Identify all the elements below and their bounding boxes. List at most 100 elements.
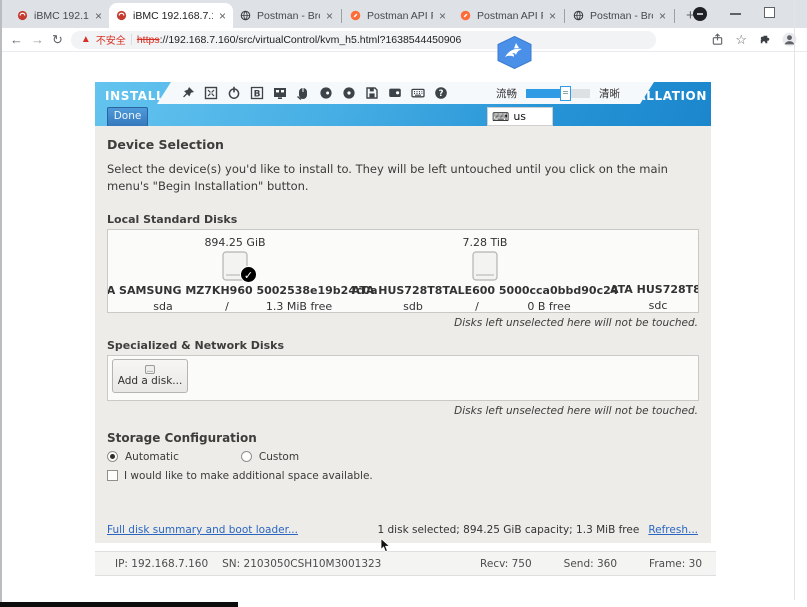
disk-device: sda	[121, 300, 205, 313]
done-button[interactable]: Done	[107, 107, 148, 127]
postman-favicon-icon	[460, 10, 471, 21]
status-frame: Frame: 30	[649, 558, 702, 570]
tab-title: Postman API Platfo	[477, 10, 543, 22]
window-maximize-button[interactable]	[764, 7, 775, 18]
disk-mount: /	[455, 300, 499, 313]
add-disk-button[interactable]: Add a disk...	[112, 359, 188, 393]
svg-text:?: ?	[439, 88, 444, 98]
disk-size: 894.25 GiB	[204, 236, 265, 249]
disk-sdc-clipped[interactable]: 7 ATA HUS728T8TAL sdc	[610, 236, 699, 312]
tab-ibmc-1[interactable]: iBMC 192.168.7.16 ×	[10, 3, 109, 28]
disk-sda[interactable]: 894.25 GiB ✓ ATA SAMSUNG MZ7KH960 500253…	[110, 236, 360, 312]
status-sn: SN: 2103050CSH10M3001323	[222, 558, 381, 570]
globe-favicon-icon	[573, 10, 584, 21]
tab-postman-browser-1[interactable]: Postman - Browse ×	[233, 3, 340, 28]
tab-ibmc-2-active[interactable]: iBMC 192.168.7.16 ×	[109, 3, 233, 28]
browser-menu-circle-icon[interactable]	[693, 7, 707, 21]
back-icon[interactable]: ←	[10, 32, 23, 47]
selection-summary: 1 disk selected; 894.25 GiB capacity; 1.…	[378, 524, 640, 536]
disk-mount: /	[205, 300, 249, 313]
keyboard-layout-label: us	[513, 110, 526, 123]
automatic-label: Automatic	[125, 451, 179, 463]
reload-icon[interactable]: ↻	[52, 32, 63, 48]
mouse-icon[interactable]	[296, 86, 310, 100]
disk-details: sdb / 0 B free	[371, 300, 599, 313]
keyboard-icon[interactable]	[411, 86, 425, 100]
disk-icon	[472, 251, 498, 281]
custom-radio[interactable]	[241, 451, 252, 462]
bookmark-star-icon[interactable]: ☆	[735, 32, 747, 48]
selection-summary-group: 1 disk selected; 894.25 GiB capacity; 1.…	[378, 524, 699, 536]
postman-favicon-icon	[350, 10, 361, 21]
screen-switch-icon[interactable]	[273, 86, 287, 100]
record-icon[interactable]	[319, 86, 333, 100]
tab-close-icon[interactable]: ×	[326, 9, 333, 23]
refresh-link[interactable]: Refresh...	[648, 524, 698, 536]
pin-icon[interactable]	[181, 86, 195, 100]
full-disk-summary-link[interactable]: Full disk summary and boot loader...	[107, 524, 298, 536]
automatic-radio[interactable]	[107, 451, 118, 462]
installer-header: INSTALLATION DESTINATION INSTALLATION B …	[95, 82, 711, 126]
background-taskbar-strip	[0, 602, 238, 607]
unselected-note-2: Disks left unselected here will not be t…	[108, 405, 698, 417]
url-rest: ://192.168.7.160/src/virtualControl/kvm_…	[160, 34, 462, 46]
power-icon[interactable]	[227, 86, 241, 100]
extensions-puzzle-icon[interactable]	[758, 33, 771, 46]
share-icon[interactable]	[711, 33, 724, 46]
disk-sdb[interactable]: 7.28 TiB ATA HUS728T8TALE600 5000cca0bbd…	[360, 236, 610, 312]
tab-postman-api-2[interactable]: Postman API Platfo ×	[453, 3, 563, 28]
disk-icon: ✓	[222, 251, 248, 281]
tab-postman-api-1[interactable]: Postman API Platfo ×	[343, 3, 453, 28]
ibmc-favicon-icon	[17, 10, 28, 21]
quality-clear-label: 清晰	[599, 86, 620, 101]
tab-title: iBMC 192.168.7.16	[133, 10, 213, 22]
thunder-bird-plugin-icon[interactable]	[496, 36, 533, 69]
tab-close-icon[interactable]: ×	[219, 9, 226, 23]
tab-close-icon[interactable]: ×	[95, 9, 102, 23]
device-selection-title: Device Selection	[107, 137, 699, 152]
monitor-icon[interactable]	[388, 86, 402, 100]
fullscreen-icon[interactable]	[204, 86, 218, 100]
disk-details: sdc	[610, 299, 699, 312]
window-minimize-button[interactable]	[730, 13, 741, 15]
disc-icon[interactable]	[342, 86, 356, 100]
forward-icon[interactable]: →	[31, 32, 44, 47]
local-disks-panel: 894.25 GiB ✓ ATA SAMSUNG MZ7KH960 500253…	[107, 229, 699, 313]
url-field[interactable]: ▲ 不安全 https://192.168.7.160/src/virtualC…	[71, 31, 656, 49]
tab-close-icon[interactable]: ×	[659, 9, 666, 23]
tab-title: iBMC 192.168.7.16	[34, 10, 89, 22]
tab-separator	[674, 9, 675, 23]
quality-slider-handle[interactable]	[560, 86, 571, 101]
kvm-toolbar: B ? 流畅 清晰	[157, 82, 654, 104]
window-right-edge	[794, 0, 795, 600]
additional-space-checkbox[interactable]	[107, 470, 118, 481]
keyboard-layout-indicator[interactable]: ⌨ us	[487, 107, 553, 126]
tab-close-icon[interactable]: ×	[549, 9, 556, 23]
add-disk-label: Add a disk...	[118, 375, 183, 387]
help-icon[interactable]: ?	[434, 86, 448, 100]
storage-radio-row: Automatic Custom	[107, 451, 699, 463]
status-send: Send: 360	[564, 558, 617, 570]
disk-name: ATA SAMSUNG MZ7KH960 5002538e19b24c0a	[107, 284, 378, 297]
installer-content: Device Selection Select the device(s) yo…	[95, 126, 711, 543]
device-selection-description: Select the device(s) you'd like to insta…	[107, 161, 699, 196]
ibmc-favicon-icon	[116, 10, 127, 21]
disk-device: sdc	[649, 299, 668, 312]
tab-postman-browser-2[interactable]: Postman - Browse ×	[566, 3, 673, 28]
key-b-icon[interactable]: B	[250, 86, 264, 100]
additional-space-row: I would like to make additional space av…	[107, 470, 699, 482]
quality-slider[interactable]	[526, 89, 590, 98]
disk-free: 1.3 MiB free	[249, 300, 349, 313]
address-bar-actions: ☆	[711, 32, 797, 48]
globe-favicon-icon	[240, 10, 251, 21]
mouse-cursor-icon	[380, 538, 391, 553]
tab-close-icon[interactable]: ×	[439, 9, 446, 23]
save-icon[interactable]	[365, 86, 379, 100]
svg-text:B: B	[254, 89, 261, 99]
tab-title: Postman API Platfo	[367, 10, 433, 22]
specialized-disks-panel: Add a disk...	[107, 355, 699, 401]
security-warning-label: 不安全	[96, 32, 126, 47]
disk-size: 7.28 TiB	[463, 236, 508, 249]
url-scheme: https	[137, 34, 160, 46]
additional-space-label: I would like to make additional space av…	[124, 470, 373, 482]
